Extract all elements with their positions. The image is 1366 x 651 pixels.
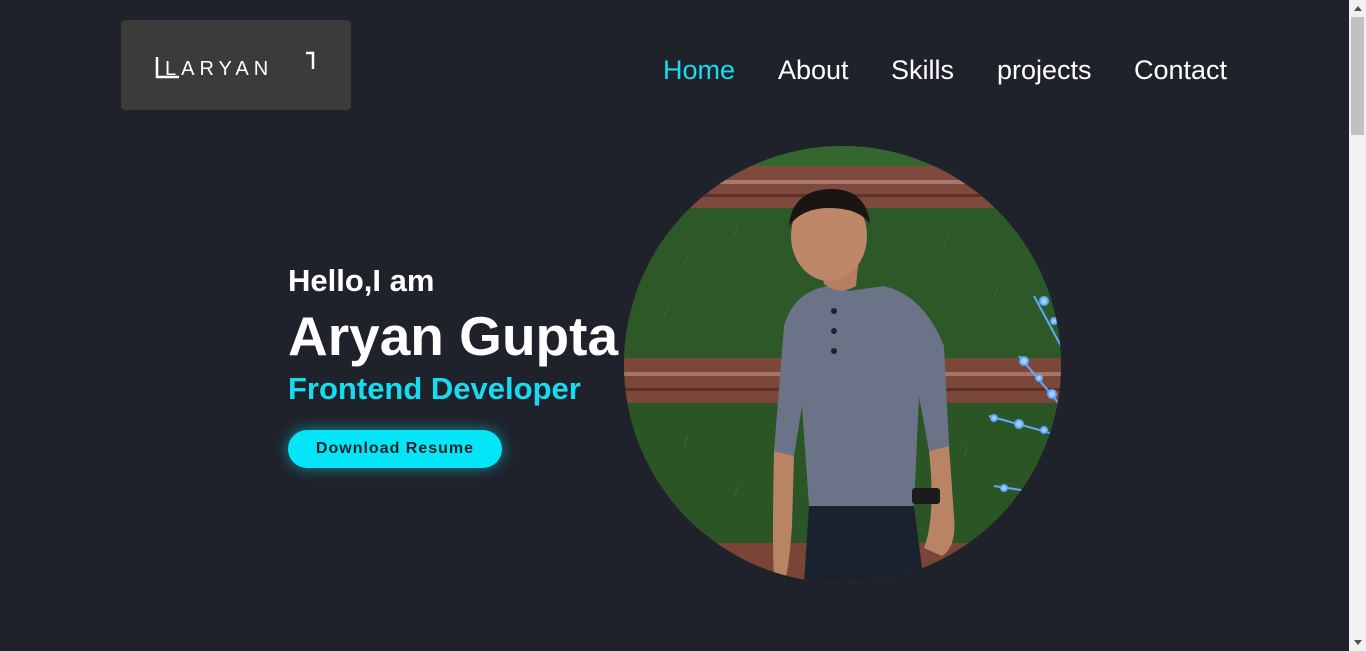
hero-role: Frontend Developer: [288, 371, 581, 406]
nav-home[interactable]: Home: [663, 54, 735, 86]
hero-greeting: Hello,I am: [288, 263, 435, 298]
download-resume-button[interactable]: Download Resume: [288, 430, 502, 468]
scrollbar[interactable]: [1349, 0, 1366, 651]
nav-skills[interactable]: Skills: [891, 54, 954, 86]
profile-photo-illustration: [624, 146, 1061, 583]
main-nav: Home About Skills projects Contact: [0, 50, 1366, 90]
profile-photo: [624, 146, 1061, 583]
nav-contact[interactable]: Contact: [1134, 54, 1227, 86]
scrollbar-thumb[interactable]: [1351, 17, 1364, 135]
hero-name: Aryan Gupta: [288, 305, 619, 367]
nav-about[interactable]: About: [778, 54, 849, 86]
scroll-down-arrow-icon[interactable]: [1349, 634, 1366, 651]
scroll-up-arrow-icon[interactable]: [1349, 0, 1366, 17]
nav-projects[interactable]: projects: [997, 54, 1092, 86]
hero-text: Hello,I am Aryan Gupta Frontend Develope…: [288, 262, 618, 408]
